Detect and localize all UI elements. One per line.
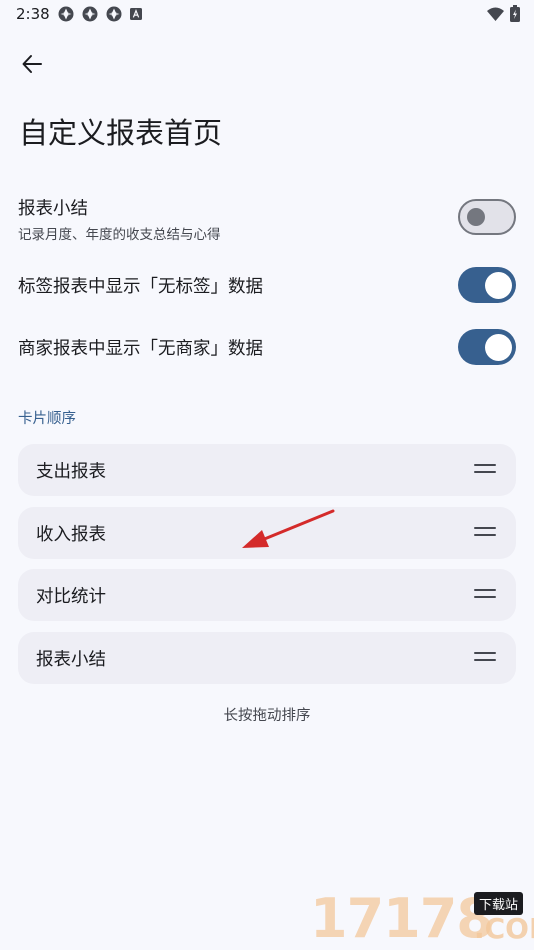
toggle-knob	[467, 208, 485, 226]
battery-icon	[510, 5, 520, 22]
report-summary-toggle[interactable]	[458, 199, 516, 235]
status-bar: 2:38	[0, 0, 534, 28]
toggle-knob	[485, 271, 512, 299]
app-notification-icon	[106, 6, 122, 22]
drag-handle-icon[interactable]	[474, 589, 496, 601]
watermark-domain: .COM	[474, 912, 534, 945]
a-notification-icon	[130, 8, 142, 20]
drag-sort-hint: 长按拖动排序	[223, 708, 311, 724]
setting-title: 商家报表中显示「无商家」数据	[18, 339, 263, 359]
app-notification-icon	[82, 6, 98, 22]
setting-row-no-merchant-data[interactable]: 商家报表中显示「无商家」数据	[0, 324, 534, 370]
watermark-digits: 17178	[310, 887, 494, 950]
card-label: 收入报表	[36, 525, 106, 545]
card-label: 支出报表	[36, 462, 106, 482]
arrow-left-icon	[22, 55, 42, 73]
drag-handle-icon[interactable]	[474, 464, 496, 476]
setting-title: 标签报表中显示「无标签」数据	[18, 277, 263, 297]
card-item-comparison-stats[interactable]: 对比统计	[18, 569, 516, 621]
back-button[interactable]	[14, 46, 50, 82]
drag-handle-icon[interactable]	[474, 652, 496, 664]
app-notification-icon	[58, 6, 74, 22]
page-title: 自定义报表首页	[19, 116, 223, 150]
card-label: 报表小结	[36, 650, 106, 670]
section-label-card-order: 卡片顺序	[18, 411, 76, 427]
setting-subtitle: 记录月度、年度的收支总结与心得	[18, 227, 221, 243]
no-tag-data-toggle[interactable]	[458, 267, 516, 303]
wifi-icon	[487, 7, 504, 21]
system-icons	[487, 5, 520, 22]
notification-icons	[58, 6, 142, 22]
status-time: 2:38	[16, 5, 50, 23]
card-label: 对比统计	[36, 587, 106, 607]
card-item-income-report[interactable]: 收入报表	[18, 507, 516, 559]
setting-row-no-tag-data[interactable]: 标签报表中显示「无标签」数据	[0, 262, 534, 308]
site-watermark: 17178 下载站 .COM	[310, 888, 534, 950]
toggle-knob	[485, 333, 512, 361]
setting-title: 报表小结	[18, 199, 88, 219]
setting-row-report-summary[interactable]: 报表小结 记录月度、年度的收支总结与心得	[0, 188, 534, 250]
no-merchant-data-toggle[interactable]	[458, 329, 516, 365]
card-item-report-summary[interactable]: 报表小结	[18, 632, 516, 684]
card-item-expense-report[interactable]: 支出报表	[18, 444, 516, 496]
drag-handle-icon[interactable]	[474, 527, 496, 539]
